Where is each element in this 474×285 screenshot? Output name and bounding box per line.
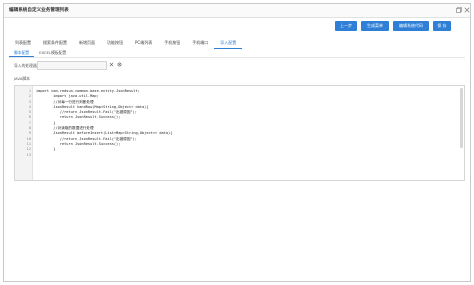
tab-list-config[interactable]: 列表配置	[9, 39, 37, 49]
edit-system-code-button[interactable]: 编辑系统代码	[393, 21, 429, 31]
dialog-titlebar: 编辑系统自定义业务管理列表	[4, 4, 470, 18]
gear-icon[interactable]	[117, 62, 122, 69]
subtab-script-config[interactable]: 脚本配置	[9, 49, 35, 57]
tab-mobile-port[interactable]: 手机端口	[186, 39, 214, 49]
import-subtabs: 脚本配置 EXCEL模板配置	[9, 49, 71, 57]
tab-search-config[interactable]: 搜索条件配置	[37, 39, 73, 49]
code-line[interactable]	[36, 153, 454, 158]
java-script-label: JAVA脚本	[14, 76, 30, 81]
generate-menu-button[interactable]: 生成菜单	[361, 21, 389, 31]
tab-add-page[interactable]: 新增页面	[73, 39, 101, 49]
config-tabs: 列表配置 搜索条件配置 新增页面 功能按钮 PC端列表 手机按钮 手机端口 导入…	[9, 39, 243, 49]
clear-icon[interactable]	[109, 62, 114, 69]
handler-label: 导入的处理器	[14, 63, 37, 68]
tab-mobile-buttons[interactable]: 手机按钮	[158, 39, 186, 49]
subtab-excel-template[interactable]: EXCEL模板配置	[34, 49, 71, 57]
line-number: 13	[26, 152, 31, 157]
handler-input[interactable]	[37, 61, 107, 70]
handler-actions	[109, 61, 122, 70]
editor-gutter: 1 2 3 4 5 6 7 8 9 10 11 12 13	[15, 86, 33, 180]
prev-step-button[interactable]: 上一步	[335, 21, 357, 31]
tab-function-buttons[interactable]: 功能按钮	[101, 39, 129, 49]
subtab-divider	[9, 57, 465, 58]
editor-scrollbar[interactable]	[460, 88, 463, 148]
dialog-title: 编辑系统自定义业务管理列表	[9, 8, 69, 13]
edit-dialog: 编辑系统自定义业务管理列表 上一步 生成菜单 编辑系统代码 保 存 列表配置 搜…	[3, 3, 471, 282]
code-editor[interactable]: 1 2 3 4 5 6 7 8 9 10 11 12 13 import com.redsun.comm…	[14, 85, 465, 181]
close-icon[interactable]	[463, 7, 470, 14]
tab-pc-list[interactable]: PC端列表	[129, 39, 158, 49]
restore-icon[interactable]	[455, 7, 462, 14]
save-button[interactable]: 保 存	[433, 21, 451, 31]
tab-import-config[interactable]: 导入配置	[214, 39, 243, 49]
